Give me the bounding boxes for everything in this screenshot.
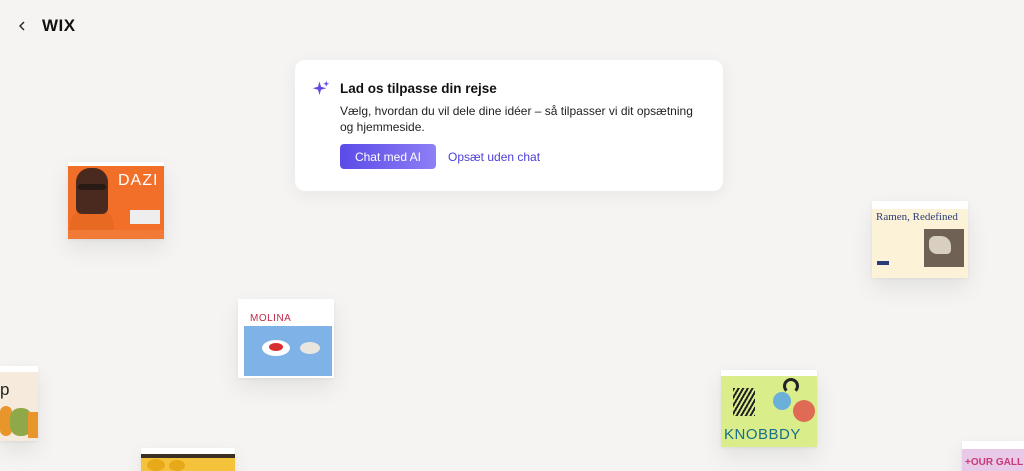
dialog-title: Lad os tilpasse din rejse — [340, 81, 497, 96]
dialog-description: Vælg, hvordan du vil dele dine idéer – s… — [340, 104, 693, 134]
setup-without-chat-link[interactable]: Opsæt uden chat — [448, 150, 540, 164]
personalize-dialog: Lad os tilpasse din rejse Vælg, hvordan … — [295, 60, 723, 191]
template-thumbnail-ramen: Ramen, Redefined — [872, 201, 968, 278]
sparkle-icon — [312, 80, 330, 95]
template-thumbnail-citrus — [141, 448, 235, 471]
chat-with-ai-button[interactable]: Chat med AI — [340, 144, 436, 169]
chevron-left-icon — [19, 21, 25, 31]
template-headline: Ramen, Redefined — [876, 211, 958, 223]
template-wordmark: p — [0, 380, 10, 399]
top-bar: WIX — [14, 14, 76, 38]
template-wordmark: KNOBBDY — [724, 426, 801, 443]
wix-logo: WIX — [42, 16, 76, 35]
template-wordmark: DAZI — [118, 172, 159, 189]
back-button[interactable] — [14, 18, 30, 34]
template-thumbnail-molina: MOLINA — [238, 299, 334, 378]
template-wordmark: MOLINA — [250, 313, 292, 324]
template-wordmark: +OUR GALL — [965, 457, 1024, 468]
template-thumbnail-knobbdy: KNOBBDY — [721, 370, 817, 447]
template-thumbnail-dazi: DAZI — [68, 162, 164, 239]
template-thumbnail-gallery: +OUR GALL — [962, 441, 1024, 471]
template-thumbnail-shop: p — [0, 366, 38, 441]
